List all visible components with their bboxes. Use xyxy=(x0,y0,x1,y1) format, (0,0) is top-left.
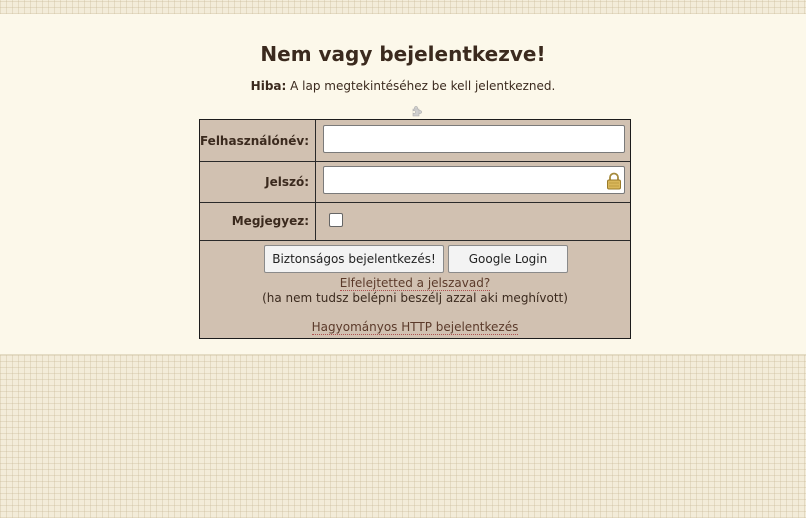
forgot-password-link[interactable]: Elfelejtetted a jelszavad? xyxy=(200,276,630,291)
remember-row: Megjegyez: xyxy=(200,202,630,241)
password-field-cell xyxy=(317,161,630,202)
puzzle-piece-icon xyxy=(412,106,422,117)
login-form: Felhasználónév: Jelszó: Megjegyez: Bizto… xyxy=(199,119,631,339)
remember-label: Megjegyez: xyxy=(200,202,316,240)
username-row: Felhasználónév: xyxy=(200,120,630,162)
error-label: Hiba: xyxy=(250,79,287,93)
username-field-cell xyxy=(317,120,630,161)
top-pattern-band xyxy=(0,0,806,14)
page-title: Nem vagy bejelentkezve! xyxy=(260,42,546,66)
password-label: Jelszó: xyxy=(200,161,316,202)
error-text: A lap megtekintéséhez be kell jelentkezn… xyxy=(290,79,556,93)
http-login-link[interactable]: Hagyományos HTTP bejelentkezés xyxy=(200,320,630,335)
password-input[interactable] xyxy=(323,166,625,194)
username-label: Felhasználónév: xyxy=(200,120,316,161)
forgot-note: (ha nem tudsz belépni beszélj azzal aki … xyxy=(262,291,568,305)
google-login-button[interactable]: Google Login xyxy=(448,245,568,273)
error-message: Hiba: A lap megtekintéséhez be kell jele… xyxy=(0,79,806,93)
http-login-link-text[interactable]: Hagyományos HTTP bejelentkezés xyxy=(311,320,519,335)
password-row: Jelszó: xyxy=(200,161,630,203)
lock-icon[interactable] xyxy=(606,172,622,190)
login-actions: Biztonságos bejelentkezés! Google Login … xyxy=(200,240,630,338)
username-input[interactable] xyxy=(323,125,625,153)
remember-checkbox[interactable] xyxy=(329,213,343,227)
remember-field-cell xyxy=(317,202,630,240)
forgot-password-link-text[interactable]: Elfelejtetted a jelszavad? xyxy=(339,276,491,291)
main-content: Nem vagy bejelentkezve! Hiba: A lap megt… xyxy=(0,14,806,355)
secure-login-button[interactable]: Biztonságos bejelentkezés! xyxy=(264,245,444,273)
